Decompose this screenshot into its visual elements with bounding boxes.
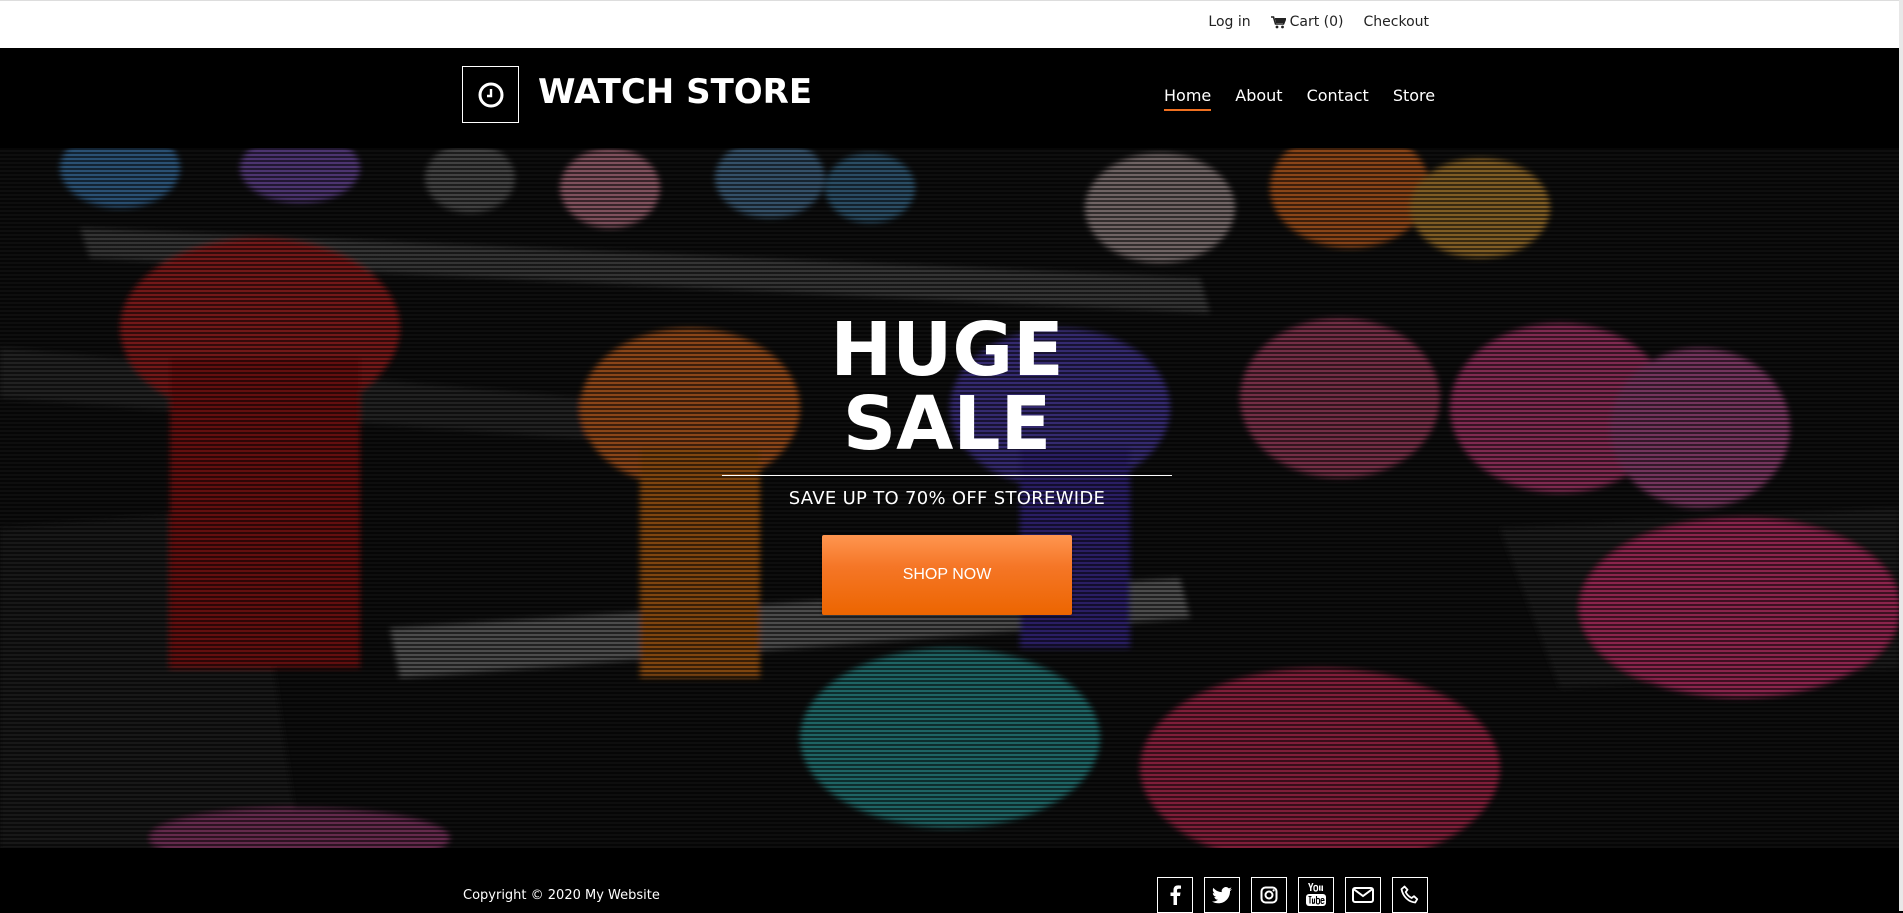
youtube-link[interactable]: [1298, 877, 1334, 913]
logo[interactable]: [462, 66, 519, 123]
top-utility-bar: Log in Cart (0) Checkout: [0, 0, 1903, 48]
nav-home[interactable]: Home: [1164, 86, 1212, 111]
site-title[interactable]: WATCH STORE: [538, 72, 812, 112]
email-link[interactable]: [1345, 877, 1381, 913]
cart-label: Cart (0): [1289, 14, 1344, 30]
main-nav: Home About Contact Store: [1164, 86, 1435, 111]
youtube-icon: [1306, 883, 1326, 906]
site-footer: Copyright © 2020 My Website: [0, 848, 1899, 913]
hero-subtitle: SAVE UP TO 70% OFF STOREWIDE: [788, 488, 1106, 509]
site-header: WATCH STORE Home About Contact Store: [0, 48, 1899, 148]
hero-content: HUGE SALE SAVE UP TO 70% OFF STOREWIDE S…: [722, 313, 1172, 615]
login-link[interactable]: Log in: [1208, 14, 1250, 30]
checkout-link[interactable]: Checkout: [1364, 14, 1430, 30]
social-links: [1157, 877, 1428, 913]
phone-icon: [1400, 885, 1419, 904]
instagram-icon: [1260, 886, 1278, 904]
hero-title: HUGE SALE: [830, 307, 1064, 467]
scrollbar[interactable]: [1899, 0, 1903, 911]
nav-store[interactable]: Store: [1393, 86, 1435, 111]
instagram-link[interactable]: [1251, 877, 1287, 913]
facebook-link[interactable]: [1157, 877, 1193, 913]
nav-contact[interactable]: Contact: [1307, 86, 1369, 111]
phone-link[interactable]: [1392, 877, 1428, 913]
facebook-icon: [1170, 885, 1181, 905]
cart-link[interactable]: Cart (0): [1270, 14, 1344, 30]
copyright-text: Copyright © 2020 My Website: [463, 888, 660, 903]
twitter-icon: [1212, 886, 1232, 903]
twitter-link[interactable]: [1204, 877, 1240, 913]
shop-now-button[interactable]: SHOP NOW: [822, 535, 1072, 615]
nav-about[interactable]: About: [1235, 86, 1282, 111]
clock-icon: [478, 82, 503, 107]
email-icon: [1352, 887, 1374, 903]
cart-icon: [1270, 15, 1286, 28]
utility-links: Log in Cart (0) Checkout: [1208, 14, 1429, 30]
hero-divider: [722, 475, 1172, 476]
hero-banner: HUGE SALE SAVE UP TO 70% OFF STOREWIDE S…: [0, 148, 1899, 848]
